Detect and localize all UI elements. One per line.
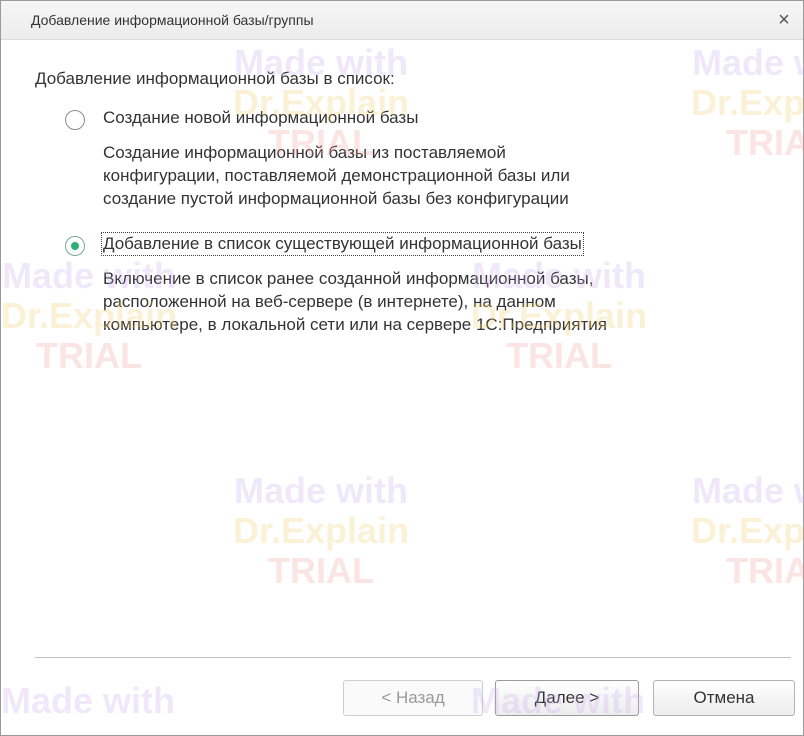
radio-create-new[interactable] [65, 110, 85, 130]
section-heading: Добавление информационной базы в список: [35, 69, 395, 88]
description-line: компьютере, в локальной сети или на серв… [103, 315, 607, 334]
next-button[interactable]: Далее > [495, 680, 639, 716]
description-line: создание пустой информационной базы без … [103, 189, 569, 208]
cancel-button[interactable]: Отмена [653, 680, 795, 716]
description-line: расположенной на веб-сервере (в интернет… [103, 292, 556, 311]
close-icon[interactable]: × [771, 7, 797, 33]
description-line: конфигурации, поставляемой демонстрацион… [103, 166, 570, 185]
dialog-content: Добавление информационной базы в список:… [1, 39, 803, 735]
back-button[interactable]: < Назад [343, 680, 483, 716]
button-separator [35, 657, 791, 658]
description-line: Включение в список ранее созданной инфор… [103, 269, 594, 288]
radio-add-existing[interactable] [65, 236, 85, 256]
option-add-existing-description: Включение в список ранее созданной инфор… [103, 267, 607, 336]
description-line: Создание информационной базы из поставля… [103, 143, 506, 162]
option-create-new-description: Создание информационной базы из поставля… [103, 141, 570, 210]
title-bar[interactable]: Добавление информационной базы/группы × [1, 1, 803, 40]
option-add-existing-label[interactable]: Добавление в список существующей информа… [101, 232, 584, 256]
dialog-window: Добавление информационной базы/группы × … [0, 0, 804, 736]
option-create-new-label[interactable]: Создание новой информационной базы [103, 108, 418, 128]
window-title: Добавление информационной базы/группы [31, 12, 314, 28]
